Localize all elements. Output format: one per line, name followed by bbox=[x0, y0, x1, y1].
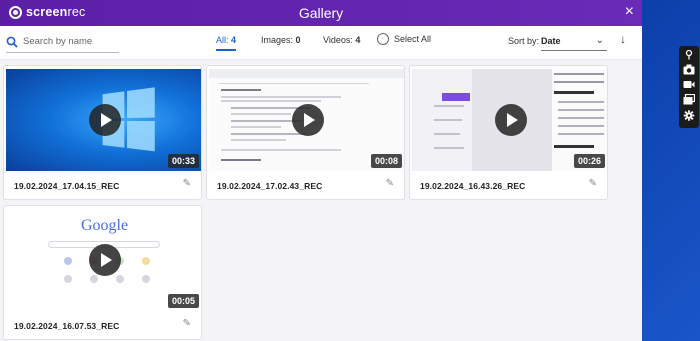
video-thumbnail: 00:33 bbox=[6, 69, 201, 171]
search-input[interactable] bbox=[23, 36, 113, 47]
gear-icon[interactable] bbox=[683, 110, 695, 121]
video-thumbnail: 00:08 bbox=[209, 69, 404, 171]
search-icon bbox=[6, 36, 18, 48]
video-thumbnail: Google 00:05 bbox=[6, 209, 201, 311]
filter-videos[interactable]: Videos: 4 bbox=[323, 35, 360, 49]
pin-icon[interactable] bbox=[683, 49, 695, 60]
select-all[interactable]: Select All bbox=[377, 33, 431, 45]
select-all-label: Select All bbox=[394, 34, 432, 44]
edit-icon[interactable]: ✎ bbox=[183, 178, 191, 189]
edit-icon[interactable]: ✎ bbox=[183, 318, 191, 329]
gallery-icon[interactable] bbox=[683, 94, 695, 105]
play-icon[interactable] bbox=[291, 104, 324, 136]
google-logo: Google bbox=[80, 217, 129, 234]
duration-badge: 00:26 bbox=[573, 154, 605, 168]
camera-icon[interactable] bbox=[683, 64, 695, 75]
screenrec-side-panel bbox=[679, 46, 699, 128]
play-icon[interactable] bbox=[494, 104, 527, 136]
filter-all[interactable]: All: 4 bbox=[216, 35, 237, 51]
select-all-radio[interactable] bbox=[377, 33, 389, 45]
recording-card[interactable]: Google 00:05 19.02.2024_16.07.53_REC ✎ bbox=[3, 205, 202, 340]
search-box bbox=[6, 31, 119, 53]
recordings-grid: 00:33 19.02.2024_17.04.15_REC ✎ 00:08 19… bbox=[0, 60, 642, 341]
duration-badge: 00:33 bbox=[167, 154, 199, 168]
recording-name: 19.02.2024_17.04.15_REC bbox=[14, 181, 120, 191]
recording-name: 19.02.2024_16.43.26_REC bbox=[420, 181, 526, 191]
duration-badge: 00:08 bbox=[370, 154, 402, 168]
gallery-window: screenrec Gallery × All: 4 Images: 0 Vid… bbox=[0, 0, 642, 341]
sort-direction-icon[interactable]: ↓ bbox=[620, 32, 626, 46]
duration-badge: 00:05 bbox=[167, 294, 199, 308]
close-icon[interactable]: × bbox=[625, 3, 634, 21]
toolbar: All: 4 Images: 0 Videos: 4 Select All So… bbox=[0, 26, 642, 60]
recording-name: 19.02.2024_16.07.53_REC bbox=[14, 321, 120, 331]
video-thumbnail: 00:26 bbox=[412, 69, 607, 171]
sort-label: Sort by: bbox=[508, 36, 540, 46]
recording-card[interactable]: 00:26 19.02.2024_16.43.26_REC ✎ bbox=[409, 65, 608, 200]
video-icon[interactable] bbox=[683, 79, 695, 90]
recording-card[interactable]: 00:33 19.02.2024_17.04.15_REC ✎ bbox=[3, 65, 202, 200]
play-icon[interactable] bbox=[88, 104, 121, 136]
recording-name: 19.02.2024_17.02.43_REC bbox=[217, 181, 323, 191]
window-title: Gallery bbox=[298, 5, 344, 21]
title-bar: screenrec Gallery × bbox=[0, 0, 642, 26]
edit-icon[interactable]: ✎ bbox=[386, 178, 394, 189]
chevron-down-icon: ⌄ bbox=[595, 35, 604, 46]
sort-select[interactable]: Date ⌄ bbox=[541, 32, 607, 51]
filter-images[interactable]: Images: 0 bbox=[261, 35, 301, 49]
recording-card[interactable]: 00:08 19.02.2024_17.02.43_REC ✎ bbox=[206, 65, 405, 200]
edit-icon[interactable]: ✎ bbox=[589, 178, 597, 189]
play-icon[interactable] bbox=[88, 244, 121, 276]
